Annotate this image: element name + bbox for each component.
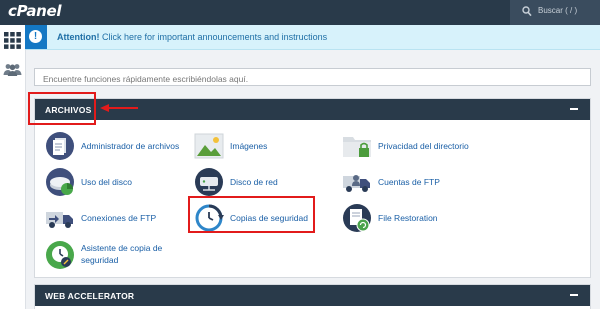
item-ftp-connections[interactable]: Conexiones de FTP: [45, 203, 165, 233]
item-backup-wizard[interactable]: Asistente de copia de seguridad: [45, 240, 185, 272]
collapse-icon[interactable]: [570, 108, 578, 110]
item-label: Imágenes: [230, 141, 268, 151]
search-icon: [522, 6, 532, 17]
web-accelerator-header[interactable]: WEB ACCELERATOR: [35, 285, 590, 306]
function-search-field[interactable]: [34, 68, 591, 87]
file-restoration-icon: [343, 204, 371, 232]
item-file-restoration[interactable]: File Restoration: [342, 203, 452, 233]
item-ftp-accounts[interactable]: Cuentas de FTP: [342, 167, 452, 197]
disk-usage-icon: [46, 168, 74, 196]
item-file-manager[interactable]: Administrador de archivos: [45, 131, 195, 161]
web-accelerator-panel: WEB ACCELERATOR: [34, 284, 591, 309]
function-search-input[interactable]: [41, 71, 585, 87]
item-network-disk[interactable]: Disco de red: [194, 167, 304, 197]
item-label: Cuentas de FTP: [378, 177, 440, 187]
apps-grid-icon[interactable]: [4, 32, 21, 49]
item-label: Uso del disco: [81, 177, 133, 187]
item-disk-usage[interactable]: Uso del disco: [45, 167, 145, 197]
directory-privacy-icon: [343, 137, 371, 157]
announcement-link[interactable]: Click here for important announcements a…: [100, 32, 327, 42]
item-label: Asistente de copia de: [81, 243, 163, 253]
highlight-box-archivos: [28, 92, 96, 125]
cpanel-logo[interactable]: cPanel: [8, 2, 62, 20]
collapse-icon[interactable]: [570, 294, 578, 296]
network-disk-icon: [195, 168, 223, 196]
file-manager-icon: [46, 132, 74, 160]
highlight-box-backup: [188, 196, 315, 233]
announcement-text[interactable]: Attention! Click here for important anno…: [57, 32, 327, 42]
global-search[interactable]: Buscar ( / ): [510, 0, 600, 25]
announcement-banner[interactable]: ! Attention! Click here for important an…: [25, 25, 600, 50]
item-directory-privacy[interactable]: Privacidad del directorio: [342, 131, 512, 161]
item-label: Disco de red: [230, 177, 278, 187]
web-accelerator-title: WEB ACCELERATOR: [45, 291, 135, 301]
ftp-connections-icon: [46, 212, 73, 228]
backup-wizard-icon: [46, 241, 74, 269]
left-sidebar: [0, 25, 26, 309]
archivos-panel: ARCHIVOS Administrador de archivos Imáge…: [34, 98, 591, 278]
users-icon[interactable]: [3, 63, 22, 76]
top-bar: cPanel Buscar ( / ): [0, 0, 600, 25]
attention-label: Attention!: [57, 32, 100, 42]
item-images[interactable]: Imágenes: [194, 131, 314, 161]
images-icon: [194, 133, 224, 159]
item-label-line2: seguridad: [81, 255, 119, 265]
item-label: Privacidad del directorio: [378, 141, 469, 151]
ftp-accounts-icon: [343, 175, 370, 192]
item-label: Conexiones de FTP: [81, 213, 157, 223]
red-arrow-icon: [100, 104, 138, 112]
info-icon: !: [25, 25, 47, 49]
item-label: File Restoration: [378, 213, 438, 223]
item-label: Administrador de archivos: [81, 141, 180, 151]
search-label: Buscar ( / ): [538, 6, 578, 15]
